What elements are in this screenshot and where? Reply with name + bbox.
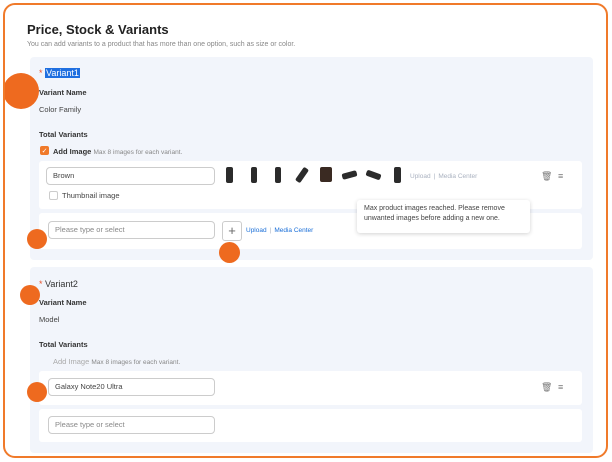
- link-separator: |: [433, 173, 436, 180]
- variant1-title: * Variant1: [39, 68, 80, 78]
- upload-media-links[interactable]: Upload | Media Center: [246, 227, 313, 234]
- drag-menu-icon[interactable]: ≡: [558, 382, 563, 392]
- variant2-option-input[interactable]: Galaxy Note20 Ultra: [48, 378, 215, 396]
- upload-link-disabled[interactable]: Upload | Media Center: [410, 173, 477, 180]
- add-image-label-text: Add Image: [53, 147, 92, 156]
- upload-label[interactable]: Upload: [246, 227, 267, 234]
- add-image-note: Max 8 images for each variant.: [91, 359, 181, 366]
- section-title: Price, Stock & Variants: [27, 22, 169, 37]
- annotation-marker: [27, 382, 47, 402]
- add-image-checkbox[interactable]: ✓: [40, 146, 49, 155]
- page-frame: Price, Stock & Variants You can add vari…: [3, 3, 608, 458]
- media-center-label: Media Center: [438, 173, 478, 180]
- thumbnail-image[interactable]: [389, 166, 406, 183]
- variant2-total-label: Total Variants: [39, 340, 88, 349]
- variant1-title-text[interactable]: Variant1: [45, 68, 80, 78]
- variant-image-thumbnails: [221, 166, 406, 183]
- max-images-tooltip: Max product images reached. Please remov…: [357, 200, 530, 233]
- variant1-total-label: Total Variants: [39, 130, 88, 139]
- variant1-name-value[interactable]: Color Family: [39, 105, 81, 114]
- variant1-name-label: Variant Name: [39, 88, 87, 97]
- add-image-label-text: Add Image: [53, 357, 90, 366]
- required-mark: *: [39, 68, 43, 78]
- variant2-title-text[interactable]: Variant2: [45, 279, 78, 289]
- thumbnail-image[interactable]: [317, 166, 334, 183]
- variant1-new-option-input[interactable]: Please type or select: [48, 221, 215, 239]
- add-image-note: Max 8 images for each variant.: [93, 149, 183, 156]
- media-center-label[interactable]: Media Center: [274, 227, 313, 234]
- variant2-title: * Variant2: [39, 279, 78, 289]
- required-mark: *: [39, 279, 43, 289]
- variant2-name-value[interactable]: Model: [39, 315, 59, 324]
- add-image-label: Add Image Max 8 images for each variant.: [53, 147, 182, 156]
- upload-label: Upload: [410, 173, 431, 180]
- variant2-name-label: Variant Name: [39, 298, 87, 307]
- variant2-add-image-label[interactable]: Add Image Max 8 images for each variant.: [53, 357, 180, 366]
- annotation-marker: [219, 242, 240, 263]
- thumbnail-image[interactable]: [245, 166, 262, 183]
- annotation-marker: [20, 285, 40, 305]
- trash-icon[interactable]: 🗑: [541, 382, 552, 393]
- annotation-marker: [5, 73, 39, 109]
- section-subtitle: You can add variants to a product that h…: [27, 41, 296, 48]
- variant1-option-input[interactable]: Brown: [46, 167, 215, 185]
- thumbnail-image[interactable]: [221, 166, 238, 183]
- thumbnail-image[interactable]: [269, 166, 286, 183]
- thumbnail-image-label: Thumbnail image: [62, 191, 120, 200]
- thumbnail-image-checkbox[interactable]: [49, 191, 58, 200]
- thumbnail-image[interactable]: [341, 166, 358, 183]
- drag-menu-icon[interactable]: ≡: [558, 171, 563, 181]
- trash-icon[interactable]: 🗑: [541, 171, 552, 182]
- add-image-plus-button[interactable]: +: [222, 221, 242, 241]
- check-icon: ✓: [41, 147, 48, 155]
- thumbnail-image[interactable]: [293, 166, 310, 183]
- link-separator: |: [269, 227, 272, 234]
- thumbnail-image[interactable]: [365, 166, 382, 183]
- variant2-new-option-input[interactable]: Please type or select: [48, 416, 215, 434]
- annotation-marker: [27, 229, 47, 249]
